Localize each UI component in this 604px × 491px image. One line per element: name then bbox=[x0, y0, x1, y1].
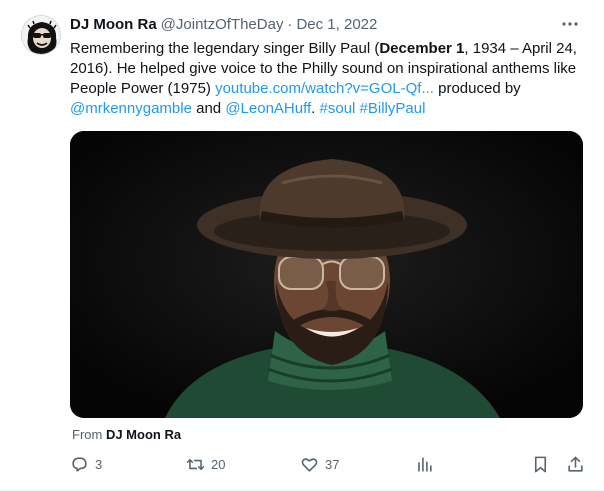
separator-dot: · bbox=[287, 15, 293, 33]
hashtag-billypaul[interactable]: #BillyPaul bbox=[360, 100, 426, 117]
tweet-text: Remembering the legendary singer Billy P… bbox=[70, 39, 582, 119]
like-count: 37 bbox=[325, 456, 340, 472]
retweet-icon bbox=[186, 458, 205, 470]
retweet-count: 20 bbox=[211, 456, 226, 472]
action-bar: 3 20 37 bbox=[70, 453, 590, 477]
from-prefix: From bbox=[72, 427, 106, 442]
share-icon bbox=[568, 456, 583, 472]
tweet-text-part: produced by bbox=[433, 80, 521, 97]
tweet-content: DJ Moon Ra @JointzOfTheDay · Dec 1, 2022… bbox=[70, 12, 590, 472]
reply-count: 3 bbox=[95, 456, 103, 472]
display-name[interactable]: DJ Moon Ra bbox=[70, 16, 157, 33]
bookmark-icon bbox=[534, 456, 547, 472]
retweet-button[interactable]: 20 bbox=[186, 453, 225, 475]
bookmark-button[interactable] bbox=[531, 453, 550, 475]
tweet-header: DJ Moon Ra @JointzOfTheDay · Dec 1, 2022 bbox=[70, 12, 590, 36]
tweet-text-part: . bbox=[311, 100, 320, 117]
tweet-text-bold: December 1 bbox=[379, 40, 465, 57]
like-button[interactable]: 37 bbox=[300, 453, 339, 475]
share-button[interactable] bbox=[566, 453, 585, 475]
views-button[interactable] bbox=[415, 453, 434, 475]
tweet-text-part: Remembering the legendary singer Billy P… bbox=[70, 40, 380, 57]
mention-mrkennygamble[interactable]: @mrkennygamble bbox=[70, 100, 192, 117]
avatar[interactable] bbox=[21, 15, 61, 55]
reply-button[interactable]: 3 bbox=[70, 453, 102, 475]
from-author[interactable]: DJ Moon Ra bbox=[106, 427, 181, 442]
video-thumbnail[interactable] bbox=[70, 131, 583, 418]
like-icon bbox=[301, 457, 318, 472]
views-icon bbox=[418, 456, 432, 472]
more-icon[interactable] bbox=[560, 14, 580, 34]
user-handle[interactable]: @JointzOfTheDay bbox=[161, 16, 284, 33]
tweet-text-part: and bbox=[191, 100, 226, 117]
video-attribution: From DJ Moon Ra bbox=[72, 427, 181, 442]
mention-leonahuff[interactable]: @LeonAHuff bbox=[225, 100, 311, 117]
tweet[interactable]: DJ Moon Ra @JointzOfTheDay · Dec 1, 2022… bbox=[0, 0, 604, 491]
hashtag-soul[interactable]: #soul bbox=[320, 100, 356, 117]
tweet-date[interactable]: Dec 1, 2022 bbox=[296, 16, 377, 33]
reply-icon bbox=[72, 456, 87, 472]
url-link[interactable]: youtube.com/watch?v=GOL-Qf... bbox=[215, 80, 434, 97]
